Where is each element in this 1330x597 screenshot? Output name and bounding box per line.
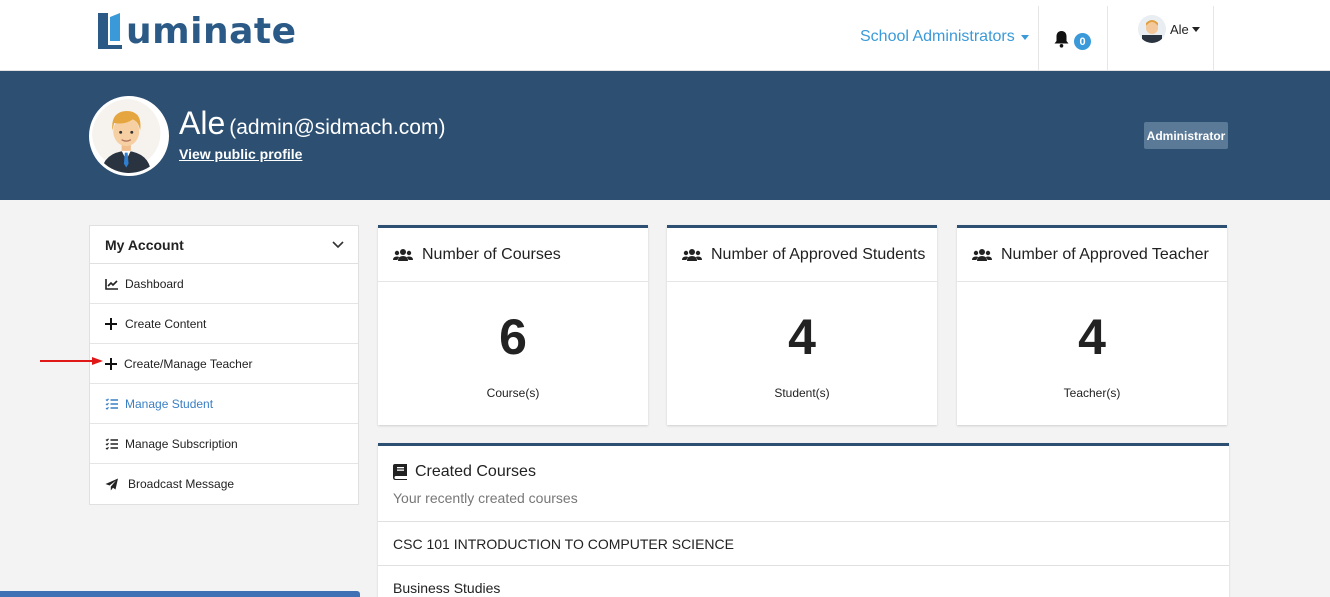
sidebar-item-label: Manage Student bbox=[125, 396, 214, 411]
stat-card-title: Number of Approved Students bbox=[711, 245, 926, 263]
stat-card-courses: Number of Courses 6 Course(s) bbox=[378, 225, 648, 425]
stat-card-title: Number of Courses bbox=[422, 245, 561, 263]
sidebar-item-broadcast-message[interactable]: Broadcast Message bbox=[90, 464, 358, 504]
users-icon bbox=[682, 248, 702, 262]
sidebar-item-label: Create/Manage Teacher bbox=[124, 356, 253, 371]
users-icon bbox=[972, 248, 992, 262]
bottom-bar bbox=[0, 591, 360, 597]
logo[interactable]: uminate bbox=[96, 8, 297, 54]
notification-count-badge: 0 bbox=[1074, 33, 1091, 50]
paper-plane-icon bbox=[105, 478, 126, 491]
role-dropdown[interactable]: School Administrators bbox=[860, 28, 1029, 46]
stat-card-unit: Student(s) bbox=[774, 386, 830, 400]
created-courses-subtitle: Your recently created courses bbox=[393, 490, 578, 506]
sidebar-item-label: Broadcast Message bbox=[128, 477, 235, 491]
sidebar-item-label: Dashboard bbox=[125, 276, 184, 291]
list-check-icon bbox=[105, 437, 123, 450]
created-courses-header: Created Courses Your recently created co… bbox=[378, 446, 1229, 522]
stat-card-value: 4 bbox=[1078, 309, 1106, 365]
profile-name: Ale bbox=[179, 105, 226, 141]
profile-heading: Ale (admin@sidmach.com) bbox=[179, 105, 445, 142]
book-icon bbox=[393, 464, 407, 480]
logo-mark-icon bbox=[98, 13, 122, 49]
divider bbox=[1107, 6, 1108, 70]
user-name: Ale bbox=[1170, 21, 1189, 37]
created-courses-panel: Created Courses Your recently created co… bbox=[378, 443, 1229, 597]
plus-icon bbox=[105, 317, 123, 330]
sidebar-item-manage-subscription[interactable]: Manage Subscription bbox=[90, 424, 358, 464]
divider bbox=[1213, 6, 1214, 70]
list-item[interactable]: CSC 101 INTRODUCTION TO COMPUTER SCIENCE bbox=[378, 522, 1229, 566]
stat-card-unit: Teacher(s) bbox=[1063, 386, 1121, 400]
annotation-arrow-icon bbox=[40, 357, 103, 365]
role-badge: Administrator bbox=[1144, 122, 1228, 149]
profile-banner: Ale (admin@sidmach.com) View public prof… bbox=[0, 71, 1330, 200]
stat-card-students: Number of Approved Students 4 Student(s) bbox=[667, 225, 937, 425]
top-navbar: uminate School Administrators 0 Ale bbox=[0, 0, 1330, 71]
sidebar-item-label: Manage Subscription bbox=[125, 436, 238, 451]
caret-down-icon bbox=[1020, 34, 1029, 40]
sidebar-header[interactable]: My Account bbox=[90, 226, 358, 264]
user-menu[interactable]: Ale bbox=[1138, 15, 1200, 43]
list-check-icon bbox=[105, 397, 123, 410]
sidebar-item-manage-student[interactable]: Manage Student bbox=[90, 384, 358, 424]
sidebar-item-dashboard[interactable]: Dashboard bbox=[90, 264, 358, 304]
role-dropdown-label: School Administrators bbox=[860, 28, 1015, 45]
stat-card-unit: Course(s) bbox=[486, 386, 540, 400]
avatar bbox=[89, 96, 169, 176]
avatar bbox=[1138, 15, 1166, 43]
panel-title: Created Courses bbox=[393, 463, 1214, 481]
stat-card-title: Number of Approved Teacher bbox=[1001, 245, 1209, 263]
bell-icon bbox=[1054, 30, 1069, 48]
stat-card-header: Number of Approved Students bbox=[667, 228, 937, 282]
stat-card-header: Number of Approved Teacher bbox=[957, 228, 1227, 282]
chevron-down-icon bbox=[332, 240, 344, 248]
logo-text: uminate bbox=[126, 10, 297, 52]
sidebar-title: My Account bbox=[105, 236, 184, 253]
sidebar-item-create-manage-teacher[interactable]: Create/Manage Teacher bbox=[90, 344, 358, 384]
stat-card-value: 6 bbox=[499, 309, 527, 365]
stat-card-teachers: Number of Approved Teacher 4 Teacher(s) bbox=[957, 225, 1227, 425]
notifications-button[interactable]: 0 bbox=[1053, 27, 1091, 50]
list-item[interactable]: Business Studies bbox=[378, 566, 1229, 597]
divider bbox=[1038, 6, 1039, 70]
created-courses-title: Created Courses bbox=[415, 463, 536, 480]
sidebar-item-create-content[interactable]: Create Content bbox=[90, 304, 358, 344]
plus-icon bbox=[105, 357, 122, 370]
stat-card-value: 4 bbox=[788, 309, 816, 365]
profile-email: (admin@sidmach.com) bbox=[229, 116, 446, 139]
sidebar-item-label: Create Content bbox=[125, 316, 207, 331]
stat-card-header: Number of Courses bbox=[378, 228, 648, 282]
caret-down-icon bbox=[1191, 26, 1200, 32]
view-public-profile-link[interactable]: View public profile bbox=[179, 146, 302, 162]
chart-line-icon bbox=[105, 278, 123, 290]
users-icon bbox=[393, 248, 413, 262]
account-sidebar: My Account Dashboard Create Content Crea… bbox=[89, 225, 359, 505]
